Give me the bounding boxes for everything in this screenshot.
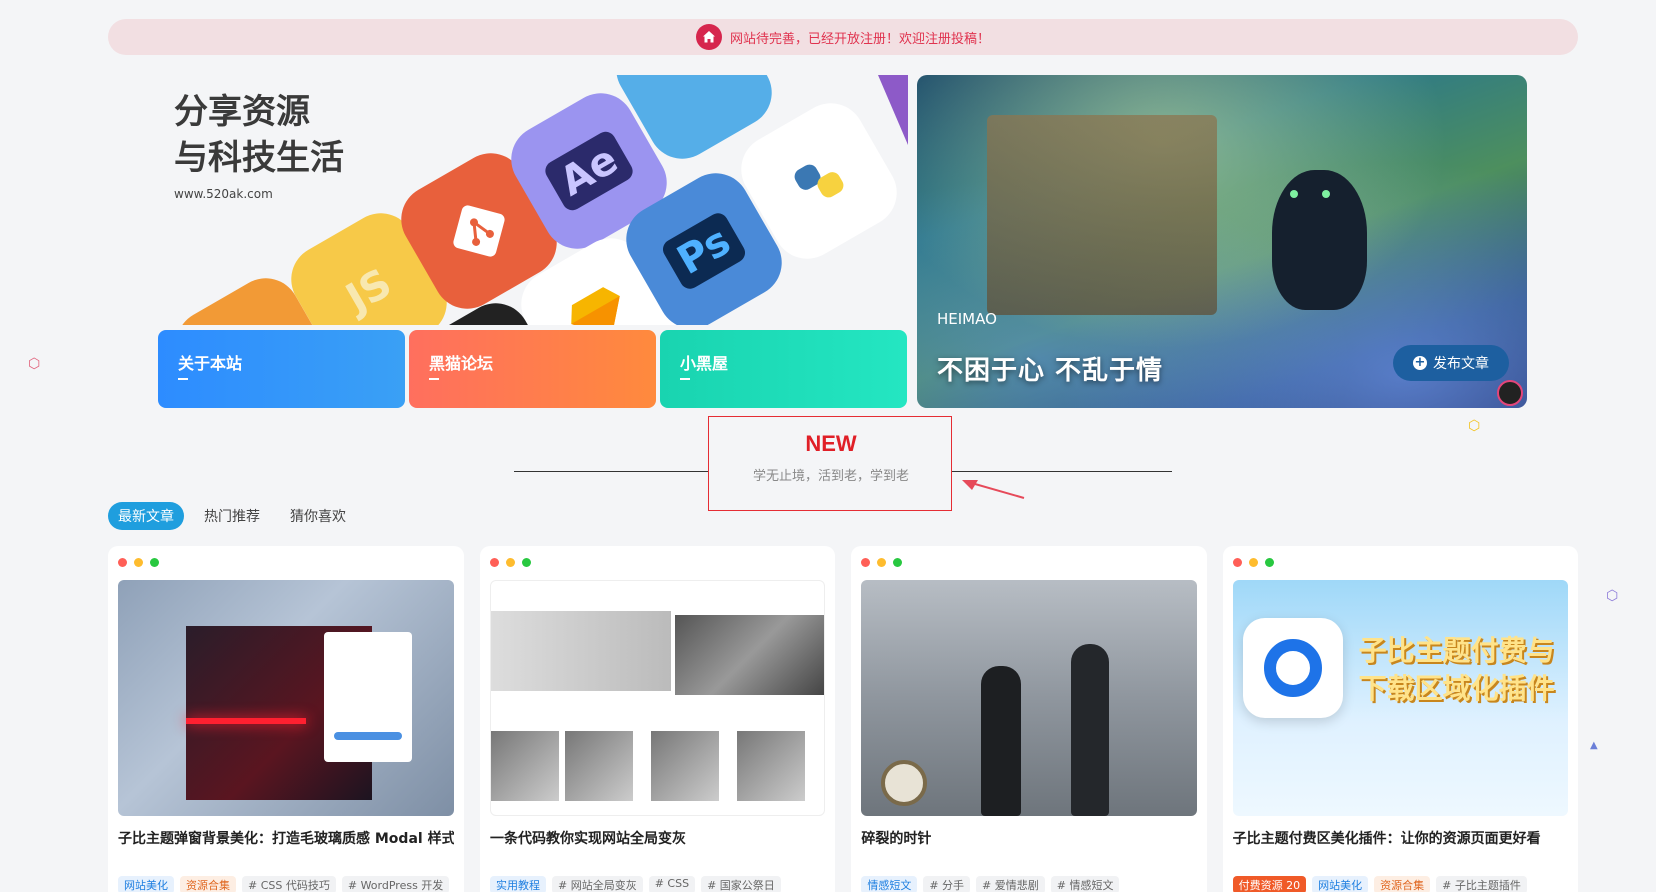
quick-link-forum[interactable]: 黑猫论坛: [409, 330, 656, 408]
window-dots: [118, 558, 454, 568]
window-dots: [861, 558, 1196, 568]
hashtag[interactable]: # CSS 代码技巧: [242, 876, 336, 892]
article-card[interactable]: 一条代码教你实现网站全局变灰 实用教程 # 网站全局变灰 # CSS # 国家公…: [480, 546, 836, 892]
thumb-login-modal: [324, 632, 412, 762]
article-list: 子比主题弹窗背景美化：打造毛玻璃质感 Modal 样式 网站美化 资源合集 # …: [108, 546, 1578, 892]
article-tabs: 最新文章 热门推荐 猜你喜欢: [108, 502, 356, 530]
highlight-box: NEW 学无止境，活到老，学到老: [708, 416, 952, 511]
plugin-app-icon: [1242, 618, 1343, 718]
category-tag[interactable]: 网站美化: [118, 876, 174, 892]
hashtag[interactable]: # 国家公祭日: [701, 876, 781, 892]
section-heading: NEW 学无止境，活到老，学到老: [514, 416, 1172, 511]
hero-slogan: 分享资源 与科技生活: [174, 92, 344, 178]
publish-article-button[interactable]: + 发布文章: [1393, 345, 1509, 381]
purple-corner: [878, 75, 908, 145]
article-card[interactable]: 子比主题付费与 下载区域化插件 子比主题付费区美化插件：让你的资源页面更好看 付…: [1222, 546, 1578, 892]
category-tag[interactable]: 实用教程: [490, 876, 546, 892]
article-title[interactable]: 碎裂的时针: [861, 828, 1196, 848]
article-title[interactable]: 子比主题付费区美化插件：让你的资源页面更好看: [1233, 828, 1568, 848]
article-tags: 情感短文 # 分手 # 爱情悲剧 # 情感短文: [861, 876, 1197, 892]
banner-brand: HEIMAO: [937, 310, 997, 328]
paid-badge[interactable]: 付费资源 20: [1232, 876, 1307, 892]
clock-icon: [881, 760, 928, 806]
tab-guess[interactable]: 猜你喜欢: [280, 502, 356, 530]
banner-motto: 不困于心 不乱于情: [937, 356, 1164, 386]
article-title[interactable]: 子比主题弹窗背景美化：打造毛玻璃质感 Modal 样式: [118, 828, 454, 848]
hashtag[interactable]: # CSS: [648, 876, 696, 892]
section-title: NEW: [805, 431, 857, 456]
article-tags: 网站美化 资源合集 # CSS 代码技巧 # WordPress 开发: [118, 876, 454, 892]
hero-banner-left[interactable]: 分享资源 与科技生活 www.520ak.com JS Ae Ps: [158, 75, 908, 325]
thumb-mini-card: [651, 731, 719, 801]
banner-cat-illustration: [1272, 170, 1367, 310]
hashtag[interactable]: # 网站全局变灰: [552, 876, 643, 892]
article-thumbnail[interactable]: [118, 580, 454, 816]
quick-link-about[interactable]: 关于本站: [158, 330, 405, 408]
tab-latest[interactable]: 最新文章: [108, 502, 184, 530]
category-tag[interactable]: 资源合集: [180, 876, 236, 892]
notice-bar: 网站待完善，已经开放注册！欢迎注册投稿！: [108, 19, 1578, 55]
window-dots: [1232, 558, 1568, 568]
category-tag[interactable]: 情感短文: [861, 876, 918, 892]
hero-banner-right[interactable]: HEIMAO 不困于心 不乱于情 + 发布文章: [917, 75, 1527, 408]
section-subtitle: 学无止境，活到老，学到老: [752, 469, 909, 484]
article-title[interactable]: 一条代码教你实现网站全局变灰: [490, 828, 825, 848]
hashtag[interactable]: # 分手: [923, 876, 971, 892]
thumb-figure: [1071, 644, 1110, 816]
decor-icon: ▲: [1590, 740, 1598, 751]
category-tag[interactable]: 网站美化: [1312, 876, 1369, 892]
decor-icon: ⬡: [1606, 588, 1619, 604]
plus-icon: +: [1413, 355, 1427, 370]
article-thumbnail[interactable]: [861, 580, 1197, 816]
article-tags: 付费资源 20 网站美化 资源合集 # 子比主题插件: [1232, 876, 1569, 892]
thumb-glow: [186, 718, 306, 724]
hero-url: www.520ak.com: [174, 187, 273, 201]
thumb-figure: [981, 666, 1022, 816]
hashtag[interactable]: # WordPress 开发: [341, 876, 450, 892]
arrow-annotation-icon: [962, 480, 1025, 499]
tab-hot[interactable]: 热门推荐: [194, 502, 270, 530]
thumb-mini-card: [737, 731, 805, 801]
article-thumbnail[interactable]: [490, 580, 826, 816]
window-dots: [490, 558, 825, 568]
decor-icon: ⬡: [1468, 418, 1481, 434]
notice-text: 网站待完善，已经开放注册！欢迎注册投稿！: [729, 31, 990, 47]
hashtag[interactable]: # 子比主题插件: [1436, 876, 1527, 892]
thumb-mini-card: [565, 731, 633, 801]
banner-house-illustration: [987, 115, 1217, 315]
thumb-mini-banner: [675, 615, 825, 695]
thumb-mini-card: [491, 731, 559, 801]
thumb-headline: 子比主题付费与 下载区域化插件: [1358, 634, 1555, 705]
gear-icon: [1263, 639, 1322, 697]
decor-icon: ⬡: [28, 356, 41, 372]
article-thumbnail[interactable]: 子比主题付费与 下载区域化插件: [1232, 580, 1568, 816]
home-icon: [695, 24, 722, 50]
category-tag[interactable]: 资源合集: [1374, 876, 1431, 892]
quick-link-blackroom[interactable]: 小黑屋: [660, 330, 907, 408]
article-tags: 实用教程 # 网站全局变灰 # CSS # 国家公祭日: [490, 876, 826, 892]
article-card[interactable]: 子比主题弹窗背景美化：打造毛玻璃质感 Modal 样式 网站美化 资源合集 # …: [108, 546, 464, 892]
article-card[interactable]: 碎裂的时针 情感短文 # 分手 # 爱情悲剧 # 情感短文: [851, 546, 1207, 892]
thumb-mini-banner: [491, 611, 671, 691]
avatar[interactable]: [1497, 380, 1523, 406]
hashtag[interactable]: # 情感短文: [1050, 876, 1120, 892]
hashtag[interactable]: # 爱情悲剧: [976, 876, 1045, 892]
